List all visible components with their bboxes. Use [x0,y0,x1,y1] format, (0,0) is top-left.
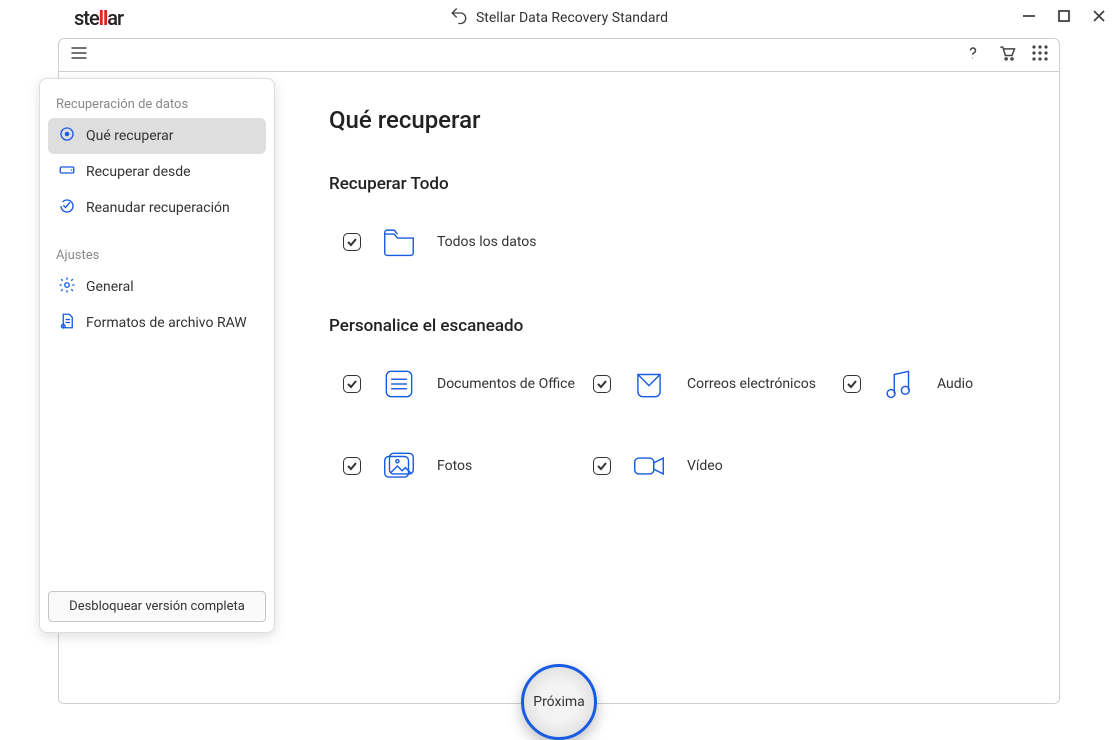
category-emails: Correos electrónicos [593,364,843,404]
sidebar-item-label: Qué recuperar [86,128,173,144]
drive-icon [58,161,76,183]
window-title: Stellar Data Recovery Standard [450,7,668,29]
sidebar-section-recovery: Recuperación de datos [48,93,266,118]
photo-icon [379,446,419,486]
sidebar: Recuperación de datos Qué recuperar Recu… [39,78,275,633]
titlebar: stellar Stellar Data Recovery Standard [0,0,1118,36]
customize-heading: Personalice el escaneado [329,316,1039,336]
toolbar [58,38,1060,72]
music-icon [879,364,919,404]
cart-button[interactable] [997,43,1017,67]
checkbox-all-data[interactable] [343,233,361,251]
category-label: Audio [937,376,973,392]
category-label: Todos los datos [437,234,537,250]
checkbox-emails[interactable] [593,375,611,393]
undo-icon [450,7,468,29]
document-icon [379,364,419,404]
folder-icon [379,222,419,262]
content: Qué recuperar Recuperar Todo Todos los d… [329,106,1039,486]
help-button[interactable] [963,43,983,67]
sidebar-item-resume-recovery[interactable]: Reanudar recuperación [48,190,266,226]
sidebar-item-label: Reanudar recuperación [86,200,230,216]
recover-all-heading: Recuperar Todo [329,174,1039,194]
apps-button[interactable] [1031,44,1049,66]
category-videos: Vídeo [593,446,843,486]
minimize-button[interactable] [1022,9,1036,27]
sidebar-item-raw-formats[interactable]: Formatos de archivo RAW [48,305,266,341]
target-icon [58,125,76,147]
category-office-documents: Documentos de Office [343,364,593,404]
checkbox-audio[interactable] [843,375,861,393]
category-label: Fotos [437,458,472,474]
gear-icon [58,276,76,298]
maximize-button[interactable] [1058,10,1070,26]
sidebar-item-label: Recuperar desde [86,164,191,180]
next-button[interactable]: Próxima [521,664,597,740]
category-label: Correos electrónicos [687,376,816,392]
brand-logo: stellar [74,6,123,30]
sidebar-section-settings: Ajustes [48,244,266,269]
unlock-full-version-button[interactable]: Desbloquear versión completa [48,591,266,622]
close-button[interactable] [1092,9,1106,27]
category-label: Documentos de Office [437,376,575,392]
file-icon [58,312,76,334]
page-title: Qué recuperar [329,106,1039,134]
category-audio: Audio [843,364,1093,404]
sidebar-item-general[interactable]: General [48,269,266,305]
sidebar-item-label: General [86,279,134,295]
sidebar-item-label: Formatos de archivo RAW [86,315,247,331]
menu-button[interactable] [69,43,89,67]
checkbox-photos[interactable] [343,457,361,475]
category-photos: Fotos [343,446,593,486]
category-all-data: Todos los datos [343,222,1039,262]
checkbox-office-documents[interactable] [343,375,361,393]
resume-icon [58,197,76,219]
category-label: Vídeo [687,458,723,474]
video-icon [629,446,669,486]
checkbox-videos[interactable] [593,457,611,475]
mail-icon [629,364,669,404]
sidebar-item-what-to-recover[interactable]: Qué recuperar [48,118,266,154]
main-frame: Recuperación de datos Qué recuperar Recu… [58,72,1060,704]
sidebar-item-recover-from[interactable]: Recuperar desde [48,154,266,190]
